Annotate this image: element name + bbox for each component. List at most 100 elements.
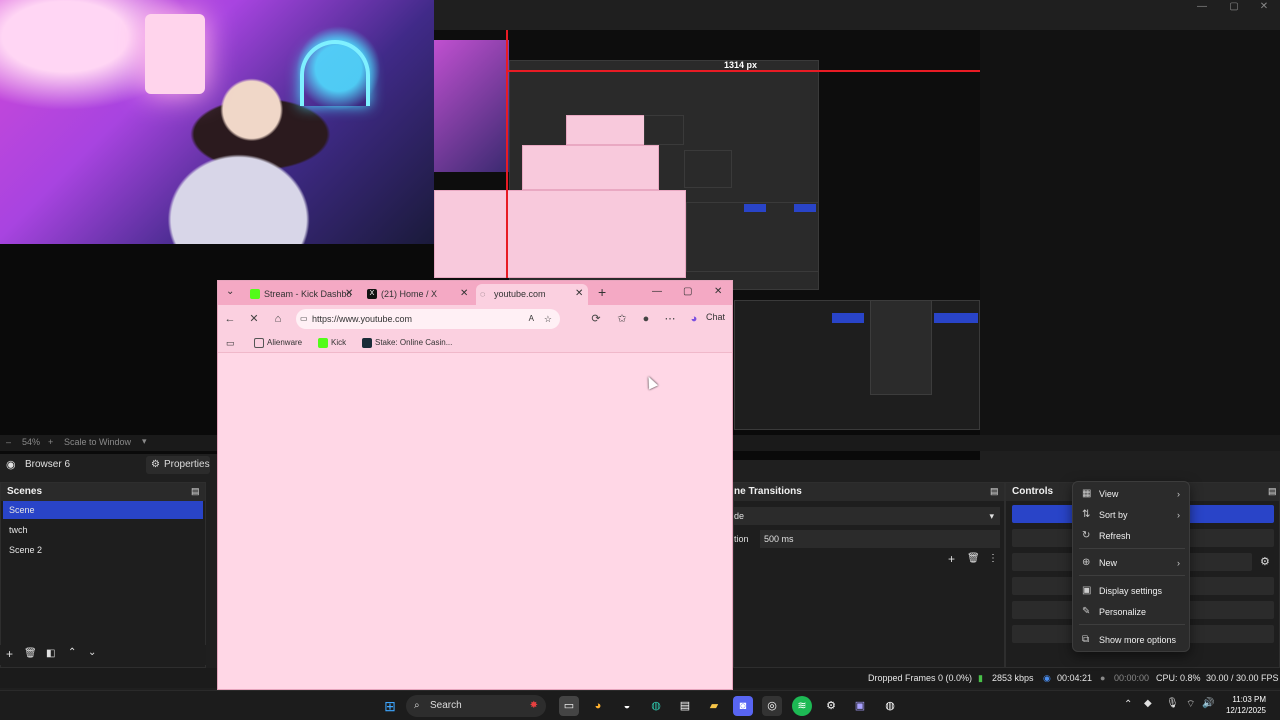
spotify-icon[interactable]: ≋ bbox=[792, 696, 812, 716]
properties-button[interactable]: ⚙ Properties bbox=[146, 456, 210, 474]
dock-menu-icon[interactable]: ▤ bbox=[990, 486, 999, 497]
bookmark-kick[interactable]: Kick bbox=[318, 333, 346, 353]
app-icon-2[interactable]: ◍ bbox=[880, 696, 900, 716]
menu-item-refresh[interactable]: ↻ Refresh bbox=[1073, 526, 1189, 546]
bookmark-alienware[interactable]: Alienware bbox=[254, 333, 302, 353]
dock-menu-icon[interactable]: ▤ bbox=[1268, 486, 1277, 497]
kick-favicon-icon bbox=[250, 289, 260, 299]
tray-app-icon[interactable]: ◆ bbox=[1144, 698, 1152, 709]
clock-time: 11:03 PM bbox=[1232, 695, 1266, 704]
back-icon[interactable]: ← bbox=[222, 311, 238, 327]
browser-content[interactable] bbox=[218, 353, 732, 689]
alien-app-icon[interactable]: ◒ bbox=[617, 696, 637, 716]
tab-youtube[interactable]: ◌ youtube.com bbox=[476, 284, 588, 305]
task-view-icon[interactable]: ▭ bbox=[559, 696, 579, 716]
app-icon[interactable]: ▣ bbox=[850, 696, 870, 716]
close-tab-icon[interactable]: ✕ bbox=[345, 288, 353, 299]
bookmark-stake[interactable]: Stake: Online Casin... bbox=[362, 333, 452, 353]
tab-x-home[interactable]: X (21) Home / X bbox=[363, 284, 463, 305]
wifi-icon[interactable]: ⌔ bbox=[1186, 698, 1195, 711]
tab-label: youtube.com bbox=[494, 289, 546, 299]
collections-icon[interactable]: ▭ bbox=[226, 333, 235, 353]
minimize-icon[interactable]: — bbox=[652, 286, 662, 297]
zoom-out-icon[interactable]: – bbox=[6, 437, 11, 447]
maximize-icon[interactable]: ▢ bbox=[1218, 0, 1250, 14]
filter-icon[interactable]: ◧ bbox=[46, 648, 55, 659]
copilot-app-icon[interactable]: ◕ bbox=[588, 696, 608, 716]
favorite-star-icon[interactable]: ☆ bbox=[544, 309, 552, 329]
zoom-in-icon[interactable]: + bbox=[48, 437, 53, 447]
tab-list-icon[interactable]: ⌄ bbox=[226, 286, 234, 297]
store-icon[interactable]: ▤ bbox=[675, 696, 695, 716]
maximize-icon[interactable]: ▢ bbox=[683, 286, 692, 297]
loading-icon: ◌ bbox=[480, 289, 486, 299]
chevron-down-icon[interactable]: ▾ bbox=[142, 436, 147, 447]
settings-app-icon[interactable]: ⚙ bbox=[821, 696, 841, 716]
tab-label: (21) Home / X bbox=[381, 289, 438, 299]
move-up-icon[interactable]: ⌃ bbox=[68, 647, 76, 658]
scene-item-scene-2[interactable]: Scene 2 bbox=[3, 541, 203, 559]
scene-item-scene[interactable]: Scene bbox=[3, 501, 203, 519]
display-icon: ▣ bbox=[1082, 585, 1092, 596]
gear-icon[interactable]: ⚙ bbox=[1260, 555, 1270, 568]
dock-menu-icon[interactable]: ▤ bbox=[191, 486, 200, 497]
scene-item-twch[interactable]: twch bbox=[3, 521, 203, 539]
obs-app-icon[interactable]: ◎ bbox=[762, 696, 782, 716]
obs-titlebar: — ▢ ✕ bbox=[434, 0, 1280, 14]
menu-label: Show more options bbox=[1099, 635, 1177, 645]
search-icon: ⌕ bbox=[414, 700, 420, 711]
add-transition-icon[interactable]: + bbox=[948, 552, 955, 566]
copilot-icon[interactable]: ◕ bbox=[686, 311, 702, 327]
scenes-footer: + 🗑 ◧ ⌃ ⌄ bbox=[0, 645, 206, 665]
chat-button[interactable]: Chat bbox=[706, 312, 725, 322]
nested-blue-4 bbox=[934, 313, 978, 323]
home-icon[interactable]: ⌂ bbox=[270, 311, 286, 327]
scale-mode-select[interactable]: Scale to Window bbox=[64, 437, 131, 447]
new-tab-icon[interactable]: + bbox=[598, 284, 606, 300]
tab-label: Stream - Kick Dashbo bbox=[264, 289, 352, 299]
address-bar[interactable]: ▭ https://www.youtube.com A ☆ bbox=[296, 309, 560, 329]
more-vertical-icon[interactable]: ⋮ bbox=[988, 553, 998, 564]
stop-icon[interactable]: ✕ bbox=[246, 311, 262, 327]
duration-input[interactable]: 500 ms bbox=[760, 530, 1000, 548]
add-scene-icon[interactable]: + bbox=[6, 647, 13, 661]
clock-date: 12/12/2025 bbox=[1225, 706, 1266, 715]
taskbar-clock[interactable]: 11:03 PM 12/12/2025 bbox=[1226, 694, 1266, 716]
menu-item-new[interactable]: ⊕ New › bbox=[1073, 553, 1189, 573]
microphone-icon[interactable]: 🎙 bbox=[1166, 698, 1179, 709]
menu-item-view[interactable]: ▦ View › bbox=[1073, 484, 1189, 504]
more-icon[interactable]: ⋯ bbox=[662, 311, 678, 327]
profile-icon[interactable]: ● bbox=[638, 311, 654, 327]
tray-chevron-icon[interactable]: ⌃ bbox=[1124, 699, 1132, 710]
minimize-icon[interactable]: — bbox=[1186, 0, 1218, 14]
taskbar-search[interactable]: ⌕ Search ✸ bbox=[406, 695, 546, 717]
discord-icon[interactable]: ◙ bbox=[733, 696, 753, 716]
fps-readout: 30.00 / 30.00 FPS bbox=[1206, 673, 1279, 683]
menu-item-show-more-options[interactable]: ⧉ Show more options bbox=[1073, 630, 1189, 650]
menu-label: Personalize bbox=[1099, 607, 1147, 617]
more-options-icon: ⧉ bbox=[1082, 634, 1090, 645]
edge-browser-icon[interactable]: ◍ bbox=[646, 696, 666, 716]
menu-item-display-settings[interactable]: ▣ Display settings bbox=[1073, 581, 1189, 601]
close-tab-icon[interactable]: ✕ bbox=[575, 288, 583, 299]
desktop-context-menu: ▦ View › ⇅ Sort by › ↻ Refresh ⊕ New › ▣… bbox=[1072, 481, 1190, 652]
favorites-icon[interactable]: ✩ bbox=[614, 311, 630, 327]
scenes-header: Scenes bbox=[1, 483, 205, 501]
trash-icon[interactable]: 🗑 bbox=[967, 553, 980, 564]
menu-item-personalize[interactable]: ✎ Personalize bbox=[1073, 602, 1189, 622]
transition-type-select[interactable]: de ▾ bbox=[734, 507, 1000, 525]
close-icon[interactable]: ✕ bbox=[714, 286, 722, 297]
windows-start-icon[interactable]: ⊞ bbox=[380, 696, 400, 716]
close-icon[interactable]: ✕ bbox=[1248, 0, 1280, 14]
read-aloud-icon[interactable]: A bbox=[529, 309, 534, 329]
file-explorer-icon[interactable]: ▰ bbox=[704, 696, 724, 716]
nested-blue-3 bbox=[832, 313, 864, 323]
tab-kick[interactable]: Stream - Kick Dashbo bbox=[246, 284, 356, 305]
zoom-level: 54% bbox=[22, 437, 41, 447]
trash-icon[interactable]: 🗑 bbox=[24, 648, 37, 659]
extensions-icon[interactable]: ⟳ bbox=[588, 311, 604, 327]
volume-icon[interactable]: 🔊 bbox=[1202, 698, 1214, 709]
move-down-icon[interactable]: ⌄ bbox=[88, 647, 96, 658]
close-tab-icon[interactable]: ✕ bbox=[460, 288, 468, 299]
menu-item-sort-by[interactable]: ⇅ Sort by › bbox=[1073, 505, 1189, 525]
